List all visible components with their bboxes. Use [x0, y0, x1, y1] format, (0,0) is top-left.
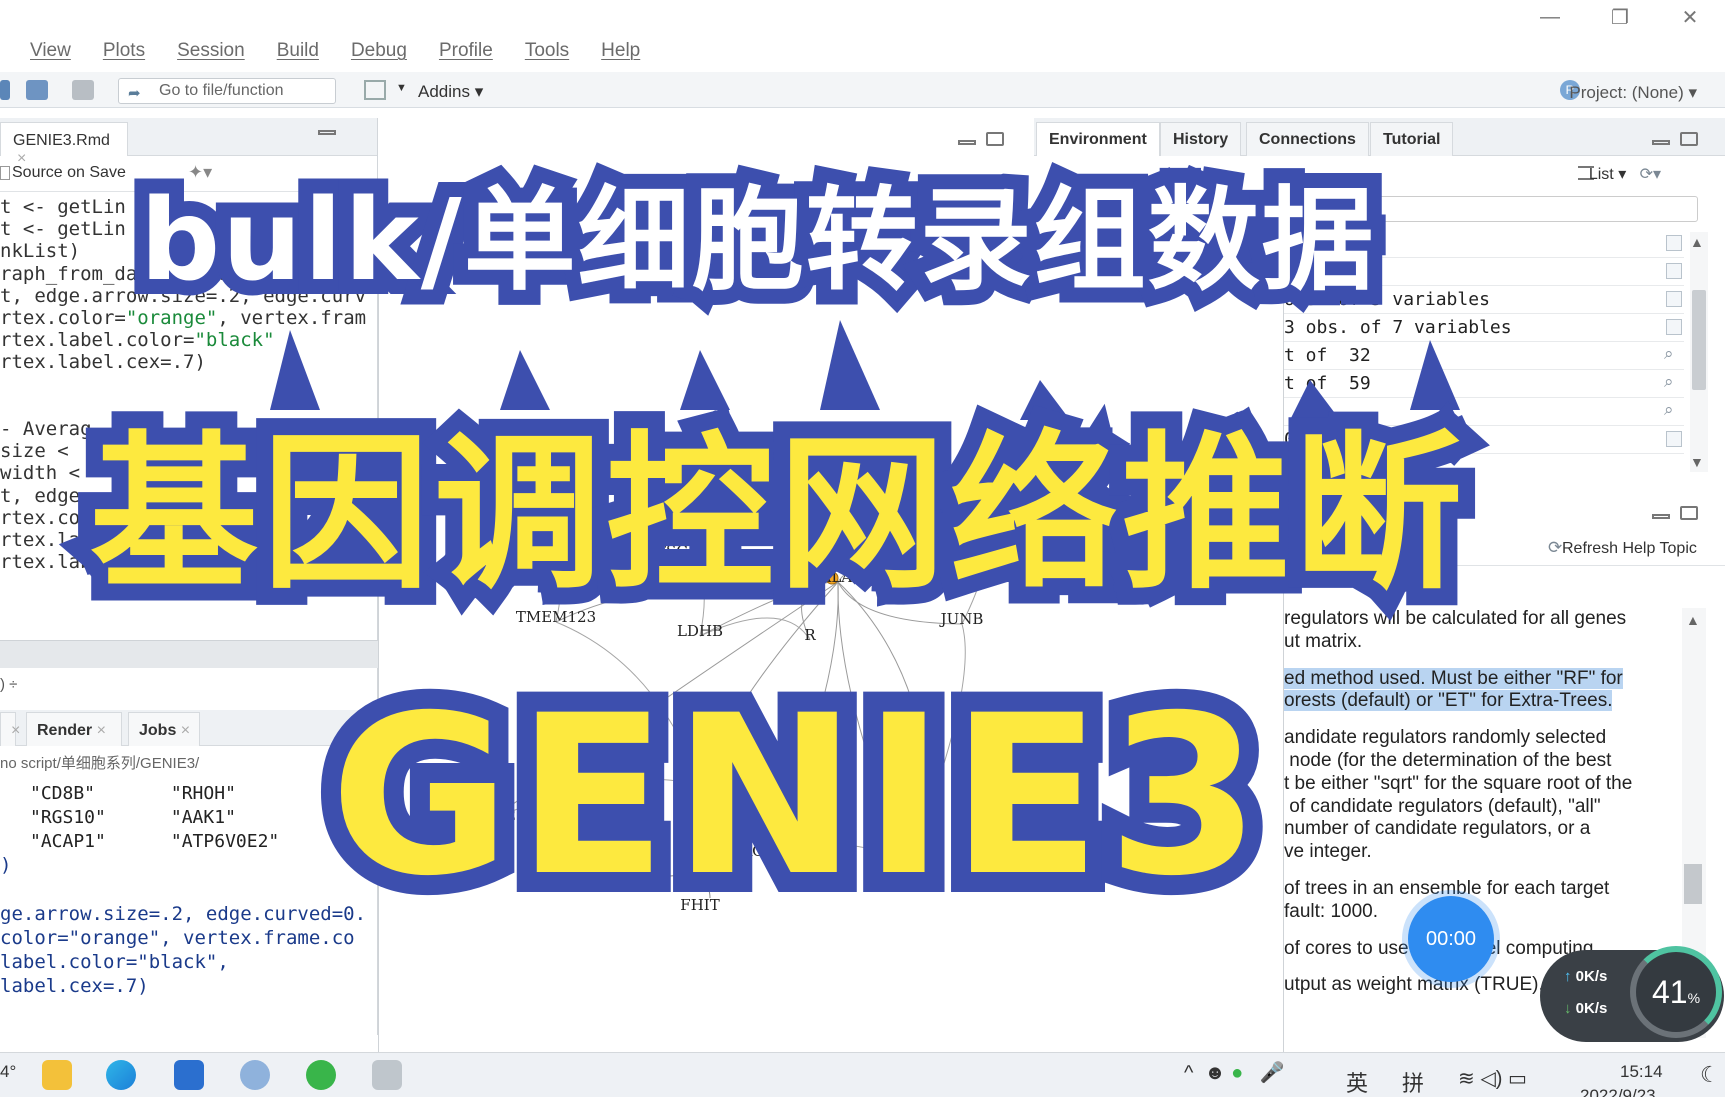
- file-explorer-icon[interactable]: [42, 1060, 72, 1090]
- wifi-icon[interactable]: ≋: [1458, 1068, 1475, 1090]
- tray-status-icons[interactable]: ≋ ◁) ▭: [1458, 1066, 1527, 1091]
- rstudio-screenshot: View Plots Session Build Debug Profile T…: [0, 0, 1725, 1097]
- upload-arrow-icon: ↑: [1564, 968, 1572, 985]
- upload-speed-value: 0K/s: [1575, 968, 1608, 985]
- wechat-icon[interactable]: [306, 1060, 336, 1090]
- rstudio-icon[interactable]: [240, 1060, 270, 1090]
- cpu-usage-gauge[interactable]: 41%: [1630, 946, 1722, 1038]
- clock-date[interactable]: 2022/9/23: [1580, 1086, 1656, 1097]
- ime-mode[interactable]: 拼: [1402, 1066, 1424, 1097]
- weather-temperature[interactable]: 4°: [0, 1062, 16, 1082]
- download-speed-value: 0K/s: [1575, 1000, 1608, 1017]
- battery-icon[interactable]: ▭: [1508, 1068, 1527, 1090]
- cpu-value: 41: [1651, 974, 1688, 1010]
- recording-timer[interactable]: 00:00: [1408, 896, 1494, 982]
- cpu-unit: %: [1687, 990, 1701, 1006]
- volume-icon[interactable]: ◁): [1480, 1068, 1502, 1090]
- system-tray[interactable]: ^ ☻ ● 🎤: [1184, 1060, 1285, 1085]
- mail-icon[interactable]: [174, 1060, 204, 1090]
- download-speed: ↓ 0K/s: [1564, 1000, 1607, 1017]
- edge-browser-icon[interactable]: [106, 1060, 136, 1090]
- banner-line-2: 基因调控网络推断: [73, 399, 1479, 629]
- app-icon[interactable]: [372, 1060, 402, 1090]
- notifications-icon[interactable]: ☾: [1700, 1062, 1720, 1088]
- download-arrow-icon: ↓: [1564, 1000, 1572, 1017]
- banner-line-1: bulk/单细胞转录组数据: [125, 161, 1389, 321]
- wechat-tray-icon[interactable]: ●: [1231, 1062, 1243, 1084]
- tray-caret[interactable]: ^: [1184, 1062, 1193, 1084]
- clock-time[interactable]: 15:14: [1620, 1062, 1663, 1082]
- qq-icon[interactable]: ☻: [1205, 1062, 1226, 1084]
- microphone-icon[interactable]: 🎤: [1260, 1062, 1285, 1084]
- upload-speed: ↑ 0K/s: [1564, 968, 1607, 985]
- banner-line-3: GENIE3: [310, 648, 1280, 944]
- ime-language[interactable]: 英: [1346, 1066, 1368, 1097]
